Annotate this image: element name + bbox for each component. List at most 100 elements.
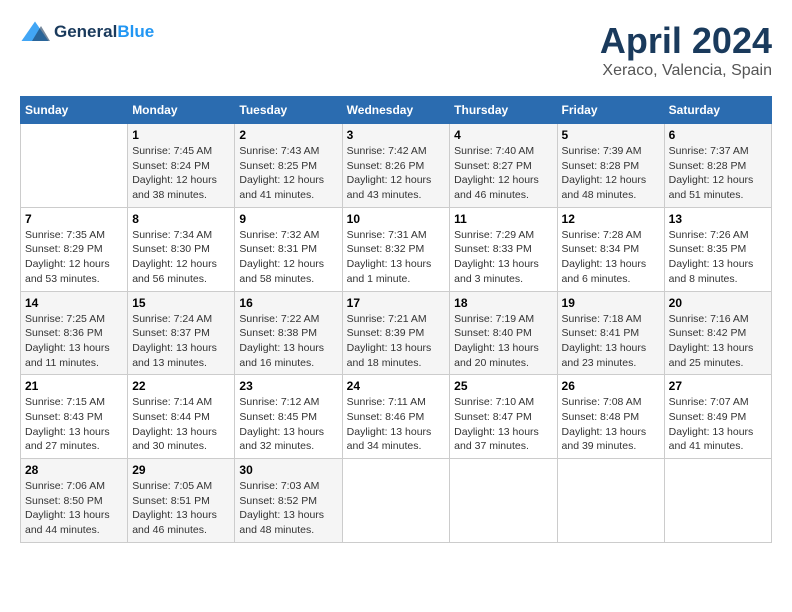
logo-blue: Blue	[117, 22, 154, 41]
day-number: 13	[669, 212, 767, 226]
week-row-3: 14 Sunrise: 7:25 AMSunset: 8:36 PMDayligh…	[21, 291, 772, 375]
day-number: 4	[454, 128, 552, 142]
day-info: Sunrise: 7:45 AMSunset: 8:24 PMDaylight:…	[132, 144, 230, 203]
day-number: 10	[347, 212, 446, 226]
day-info: Sunrise: 7:12 AMSunset: 8:45 PMDaylight:…	[239, 395, 337, 454]
header-wednesday: Wednesday	[342, 97, 450, 124]
calendar-cell-w2-d1: 8 Sunrise: 7:34 AMSunset: 8:30 PMDaylight…	[128, 207, 235, 291]
day-number: 15	[132, 296, 230, 310]
day-number: 27	[669, 379, 767, 393]
day-info: Sunrise: 7:06 AMSunset: 8:50 PMDaylight:…	[25, 479, 123, 538]
calendar-cell-w4-d4: 25 Sunrise: 7:10 AMSunset: 8:47 PMDayligh…	[450, 375, 557, 459]
location-title: Xeraco, Valencia, Spain	[600, 62, 772, 80]
day-number: 17	[347, 296, 446, 310]
day-info: Sunrise: 7:34 AMSunset: 8:30 PMDaylight:…	[132, 228, 230, 287]
calendar-cell-w4-d6: 27 Sunrise: 7:07 AMSunset: 8:49 PMDayligh…	[664, 375, 771, 459]
day-number: 29	[132, 463, 230, 477]
day-info: Sunrise: 7:35 AMSunset: 8:29 PMDaylight:…	[25, 228, 123, 287]
calendar-cell-w1-d4: 4 Sunrise: 7:40 AMSunset: 8:27 PMDaylight…	[450, 124, 557, 208]
day-number: 24	[347, 379, 446, 393]
calendar-cell-w2-d2: 9 Sunrise: 7:32 AMSunset: 8:31 PMDaylight…	[235, 207, 342, 291]
week-row-4: 21Sunrise: 7:15 AMSunset: 8:43 PMDayligh…	[21, 375, 772, 459]
week-row-2: 7 Sunrise: 7:35 AMSunset: 8:29 PMDaylight…	[21, 207, 772, 291]
calendar-cell-w4-d1: 22Sunrise: 7:14 AMSunset: 8:44 PMDayligh…	[128, 375, 235, 459]
day-number: 20	[669, 296, 767, 310]
day-info: Sunrise: 7:39 AMSunset: 8:28 PMDaylight:…	[562, 144, 660, 203]
day-info: Sunrise: 7:21 AMSunset: 8:39 PMDaylight:…	[347, 312, 446, 371]
day-info: Sunrise: 7:32 AMSunset: 8:31 PMDaylight:…	[239, 228, 337, 287]
day-info: Sunrise: 7:37 AMSunset: 8:28 PMDaylight:…	[669, 144, 767, 203]
day-info: Sunrise: 7:42 AMSunset: 8:26 PMDaylight:…	[347, 144, 446, 203]
day-number: 18	[454, 296, 552, 310]
header-tuesday: Tuesday	[235, 97, 342, 124]
header-monday: Monday	[128, 97, 235, 124]
day-info: Sunrise: 7:40 AMSunset: 8:27 PMDaylight:…	[454, 144, 552, 203]
calendar-cell-w3-d6: 20 Sunrise: 7:16 AMSunset: 8:42 PMDayligh…	[664, 291, 771, 375]
day-info: Sunrise: 7:16 AMSunset: 8:42 PMDaylight:…	[669, 312, 767, 371]
day-number: 26	[562, 379, 660, 393]
day-info: Sunrise: 7:18 AMSunset: 8:41 PMDaylight:…	[562, 312, 660, 371]
day-number: 23	[239, 379, 337, 393]
calendar-cell-w1-d2: 2 Sunrise: 7:43 AMSunset: 8:25 PMDaylight…	[235, 124, 342, 208]
day-number: 14	[25, 296, 123, 310]
calendar-cell-w5-d5	[557, 459, 664, 543]
calendar-cell-w5-d0: 28Sunrise: 7:06 AMSunset: 8:50 PMDayligh…	[21, 459, 128, 543]
calendar-cell-w3-d2: 16 Sunrise: 7:22 AMSunset: 8:38 PMDayligh…	[235, 291, 342, 375]
day-info: Sunrise: 7:43 AMSunset: 8:25 PMDaylight:…	[239, 144, 337, 203]
logo: GeneralBlue	[20, 20, 154, 44]
page-header: GeneralBlue April 2024 Xeraco, Valencia,…	[20, 20, 772, 80]
calendar-cell-w4-d5: 26Sunrise: 7:08 AMSunset: 8:48 PMDayligh…	[557, 375, 664, 459]
day-number: 7	[25, 212, 123, 226]
calendar-cell-w1-d6: 6 Sunrise: 7:37 AMSunset: 8:28 PMDaylight…	[664, 124, 771, 208]
day-number: 5	[562, 128, 660, 142]
day-info: Sunrise: 7:26 AMSunset: 8:35 PMDaylight:…	[669, 228, 767, 287]
day-number: 1	[132, 128, 230, 142]
calendar-cell-w5-d6	[664, 459, 771, 543]
day-info: Sunrise: 7:03 AMSunset: 8:52 PMDaylight:…	[239, 479, 337, 538]
day-info: Sunrise: 7:07 AMSunset: 8:49 PMDaylight:…	[669, 395, 767, 454]
calendar-cell-w3-d1: 15 Sunrise: 7:24 AMSunset: 8:37 PMDayligh…	[128, 291, 235, 375]
week-row-1: 1 Sunrise: 7:45 AMSunset: 8:24 PMDaylight…	[21, 124, 772, 208]
day-info: Sunrise: 7:19 AMSunset: 8:40 PMDaylight:…	[454, 312, 552, 371]
day-number: 11	[454, 212, 552, 226]
calendar-cell-w5-d2: 30 Sunrise: 7:03 AMSunset: 8:52 PMDayligh…	[235, 459, 342, 543]
day-number: 25	[454, 379, 552, 393]
calendar-cell-w3-d4: 18 Sunrise: 7:19 AMSunset: 8:40 PMDayligh…	[450, 291, 557, 375]
logo-icon	[20, 20, 50, 44]
calendar-cell-w4-d2: 23 Sunrise: 7:12 AMSunset: 8:45 PMDayligh…	[235, 375, 342, 459]
day-number: 12	[562, 212, 660, 226]
calendar-cell-w2-d4: 11 Sunrise: 7:29 AMSunset: 8:33 PMDayligh…	[450, 207, 557, 291]
calendar-cell-w2-d6: 13 Sunrise: 7:26 AMSunset: 8:35 PMDayligh…	[664, 207, 771, 291]
calendar-cell-w2-d5: 12 Sunrise: 7:28 AMSunset: 8:34 PMDayligh…	[557, 207, 664, 291]
calendar-cell-w2-d0: 7 Sunrise: 7:35 AMSunset: 8:29 PMDaylight…	[21, 207, 128, 291]
header-friday: Friday	[557, 97, 664, 124]
day-number: 2	[239, 128, 337, 142]
header-thursday: Thursday	[450, 97, 557, 124]
week-row-5: 28Sunrise: 7:06 AMSunset: 8:50 PMDayligh…	[21, 459, 772, 543]
day-info: Sunrise: 7:11 AMSunset: 8:46 PMDaylight:…	[347, 395, 446, 454]
day-number: 6	[669, 128, 767, 142]
day-info: Sunrise: 7:29 AMSunset: 8:33 PMDaylight:…	[454, 228, 552, 287]
day-number: 9	[239, 212, 337, 226]
day-info: Sunrise: 7:05 AMSunset: 8:51 PMDaylight:…	[132, 479, 230, 538]
day-info: Sunrise: 7:15 AMSunset: 8:43 PMDaylight:…	[25, 395, 123, 454]
calendar-cell-w1-d3: 3 Sunrise: 7:42 AMSunset: 8:26 PMDaylight…	[342, 124, 450, 208]
day-info: Sunrise: 7:24 AMSunset: 8:37 PMDaylight:…	[132, 312, 230, 371]
calendar-cell-w5-d1: 29 Sunrise: 7:05 AMSunset: 8:51 PMDayligh…	[128, 459, 235, 543]
day-info: Sunrise: 7:25 AMSunset: 8:36 PMDaylight:…	[25, 312, 123, 371]
day-info: Sunrise: 7:14 AMSunset: 8:44 PMDaylight:…	[132, 395, 230, 454]
day-number: 8	[132, 212, 230, 226]
calendar-cell-w3-d0: 14 Sunrise: 7:25 AMSunset: 8:36 PMDayligh…	[21, 291, 128, 375]
day-info: Sunrise: 7:10 AMSunset: 8:47 PMDaylight:…	[454, 395, 552, 454]
calendar-cell-w1-d0	[21, 124, 128, 208]
calendar-cell-w4-d0: 21Sunrise: 7:15 AMSunset: 8:43 PMDayligh…	[21, 375, 128, 459]
header-saturday: Saturday	[664, 97, 771, 124]
day-number: 16	[239, 296, 337, 310]
calendar-cell-w5-d4	[450, 459, 557, 543]
day-number: 30	[239, 463, 337, 477]
day-number: 3	[347, 128, 446, 142]
day-info: Sunrise: 7:22 AMSunset: 8:38 PMDaylight:…	[239, 312, 337, 371]
month-title: April 2024	[600, 20, 772, 62]
day-info: Sunrise: 7:28 AMSunset: 8:34 PMDaylight:…	[562, 228, 660, 287]
calendar-cell-w5-d3	[342, 459, 450, 543]
